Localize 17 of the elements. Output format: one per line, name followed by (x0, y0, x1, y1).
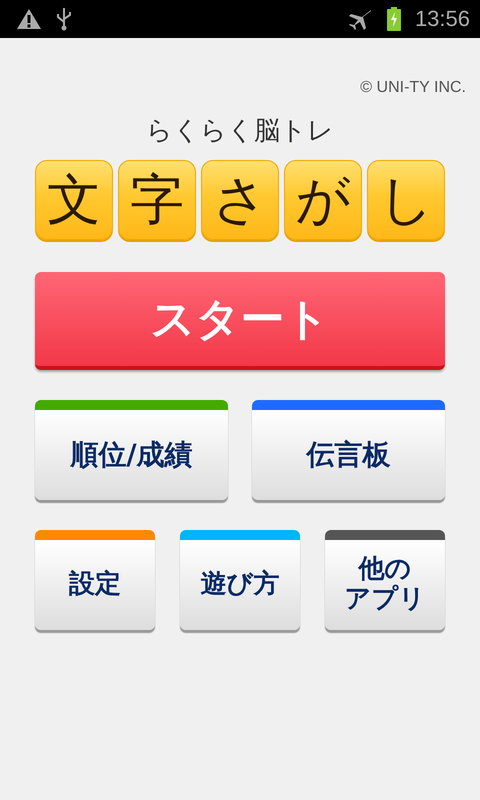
copyright-text: © UNI-TY INC. (359, 78, 466, 98)
menu-button[interactable]: 遊び方 (180, 530, 300, 630)
title-tile: が (284, 160, 362, 240)
clock-time: 13:56 (414, 6, 470, 32)
title-tile: さ (201, 160, 279, 240)
menu-button[interactable]: 順位/成績 (35, 400, 228, 500)
title-tile: 文 (35, 160, 113, 240)
menu-button[interactable]: 伝言板 (252, 400, 445, 500)
menu-button[interactable]: 他の アプリ (325, 530, 445, 630)
usb-icon (56, 7, 72, 31)
warning-icon (16, 8, 42, 30)
menu-button[interactable]: 設定 (35, 530, 155, 630)
battery-icon (386, 7, 401, 31)
airplane-icon (346, 7, 373, 31)
title-tile: し (367, 160, 445, 240)
app-subtitle: らくらく脳トレ (145, 115, 335, 148)
title-tile: 字 (118, 160, 196, 240)
